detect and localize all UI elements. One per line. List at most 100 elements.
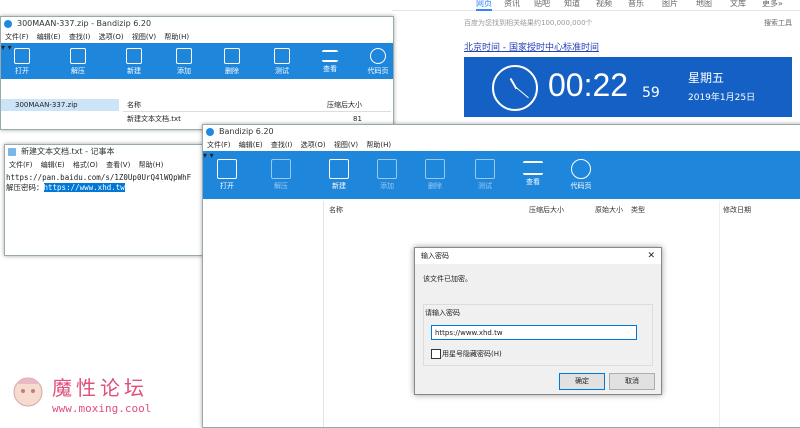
add-button[interactable]: 添加: [169, 43, 199, 76]
tab-web[interactable]: 网页: [476, 0, 492, 11]
menu-file[interactable]: 文件(F): [9, 161, 33, 169]
column-name[interactable]: 名称: [127, 99, 141, 111]
add-button[interactable]: 添加: [367, 151, 407, 191]
new-button[interactable]: 新建: [119, 43, 149, 76]
test-button[interactable]: 测试: [267, 43, 297, 76]
menu-options[interactable]: 选项(O): [99, 33, 124, 41]
password-input[interactable]: https://www.xhd.tw: [431, 325, 637, 340]
menu-help[interactable]: 帮助(H): [164, 33, 189, 41]
column-name[interactable]: 名称: [329, 205, 343, 215]
notepad-icon: [8, 148, 16, 156]
toolbar: 打开 ▾ 解压 ▾ 新建 添加 删除 测试 查看 代码页: [203, 151, 800, 199]
search-tools-button[interactable]: 搜索工具: [764, 18, 792, 28]
menu-view[interactable]: 视图(V): [334, 141, 358, 149]
test-label: 测试: [275, 67, 289, 75]
extract-icon: [271, 159, 291, 179]
delete-button[interactable]: 删除: [217, 43, 247, 76]
codepage-button[interactable]: 代码页: [561, 151, 601, 191]
list-icon: [322, 50, 338, 62]
bandizip-window-archive: 300MAAN-337.zip - Bandizip 6.20 文件(F) 编辑…: [0, 16, 394, 130]
add-icon: [377, 159, 397, 179]
tab-map[interactable]: 地图: [696, 0, 712, 9]
watermark-url: www.moxing.cool: [52, 402, 152, 415]
file-name: 新建文本文档.txt: [127, 115, 181, 123]
tab-tieba[interactable]: 贴吧: [534, 0, 550, 9]
menu-edit[interactable]: 编辑(E): [239, 141, 263, 149]
tab-more[interactable]: 更多»: [762, 0, 783, 9]
menu-edit[interactable]: 编辑(E): [41, 161, 65, 169]
new-label: 新建: [127, 67, 141, 75]
watermark-name: 魔性论坛: [52, 376, 148, 400]
hide-password-label[interactable]: 用星号隐藏密码(H): [442, 349, 502, 359]
tab-music[interactable]: 音乐: [628, 0, 644, 9]
notepad-title: 新建文本文档.txt - 记事本: [21, 147, 115, 156]
close-icon[interactable]: ✕: [647, 248, 655, 264]
menu-view[interactable]: 视图(V): [132, 33, 156, 41]
clock-time: 00:22: [548, 67, 629, 103]
open-button[interactable]: 打开: [207, 151, 247, 191]
open-button[interactable]: 打开: [7, 43, 37, 76]
window-titlebar[interactable]: Bandizip 6.20: [203, 125, 800, 139]
notepad-menu-bar: 文件(F) 编辑(E) 格式(O) 查看(V) 帮助(H): [5, 159, 203, 171]
codepage-label: 代码页: [367, 67, 389, 75]
list-icon: [523, 161, 543, 175]
open-icon: [14, 48, 30, 64]
analog-clock-icon: [492, 65, 538, 111]
clock-date: 2019年1月25日: [688, 93, 756, 103]
new-button[interactable]: 新建: [319, 151, 359, 191]
new-archive-icon: [126, 48, 142, 64]
test-button[interactable]: 测试: [465, 151, 505, 191]
open-label: 打开: [220, 182, 234, 190]
menu-file[interactable]: 文件(F): [5, 33, 29, 41]
notepad-text-area[interactable]: https://pan.baidu.com/s/1Z0Up0UrQ4lWQpWh…: [5, 171, 203, 195]
search-tabs: 网页 资讯 贴吧 知道 视频 音乐 图片 地图 文库 更多»: [392, 0, 800, 11]
ok-button[interactable]: 确定: [559, 373, 605, 390]
column-compressed[interactable]: 压缩后大小: [327, 99, 362, 111]
clock-weekday: 星期五: [688, 71, 725, 85]
tab-news[interactable]: 资讯: [504, 0, 520, 9]
toolbar: 打开 ▾ 解压 ▾ 新建 添加 删除 测试 查看 代码页: [1, 43, 393, 79]
column-modified[interactable]: 修改日期: [723, 205, 751, 215]
tab-video[interactable]: 视频: [596, 0, 612, 9]
archive-tree-item[interactable]: 300MAAN-337.zip: [1, 99, 119, 111]
column-divider: [719, 201, 720, 427]
menu-help[interactable]: 帮助(H): [139, 161, 164, 169]
add-label: 添加: [380, 182, 394, 190]
window-title: Bandizip 6.20: [219, 127, 274, 136]
folder-tree-pane[interactable]: [203, 201, 324, 427]
menu-format[interactable]: 格式(O): [73, 161, 98, 169]
menu-options[interactable]: 选项(O): [301, 141, 326, 149]
extract-button[interactable]: 解压: [63, 43, 93, 76]
view-button[interactable]: 查看: [513, 151, 553, 187]
notepad-titlebar[interactable]: 新建文本文档.txt - 记事本: [5, 145, 203, 159]
menu-find[interactable]: 查找(I): [69, 33, 91, 41]
menu-help[interactable]: 帮助(H): [366, 141, 391, 149]
menu-view[interactable]: 查看(V): [106, 161, 130, 169]
result-link[interactable]: 北京时间 - 国家授时中心标准时间: [464, 40, 599, 53]
delete-label: 删除: [225, 67, 239, 75]
menu-edit[interactable]: 编辑(E): [37, 33, 61, 41]
chevron-down-icon[interactable]: ▾: [1, 43, 5, 52]
tab-zhidao[interactable]: 知道: [564, 0, 580, 9]
delete-button[interactable]: 删除: [415, 151, 455, 191]
hide-password-checkbox[interactable]: [431, 349, 441, 359]
dialog-titlebar[interactable]: 输入密码 ✕: [415, 248, 661, 264]
cancel-button[interactable]: 取消: [609, 373, 655, 390]
menu-find[interactable]: 查找(I): [271, 141, 293, 149]
menu-bar: 文件(F) 编辑(E) 查找(I) 选项(O) 视图(V) 帮助(H): [203, 139, 800, 151]
dialog-title: 输入密码: [421, 252, 449, 260]
view-button[interactable]: 查看: [315, 43, 345, 74]
test-label: 测试: [478, 182, 492, 190]
extract-button[interactable]: 解压: [261, 151, 301, 191]
extract-label: 解压: [71, 67, 85, 75]
column-type[interactable]: 类型: [631, 205, 645, 215]
menu-file[interactable]: 文件(F): [207, 141, 231, 149]
result-count: 百度为您找到相关结果约100,000,000个: [464, 19, 593, 27]
tab-images[interactable]: 图片: [662, 0, 678, 9]
column-compressed[interactable]: 压缩后大小: [529, 205, 564, 215]
clock-seconds: 59: [642, 85, 660, 101]
window-titlebar[interactable]: 300MAAN-337.zip - Bandizip 6.20: [1, 17, 393, 31]
tab-wenku[interactable]: 文库: [730, 0, 746, 9]
codepage-button[interactable]: 代码页: [363, 43, 393, 76]
column-original[interactable]: 原始大小: [595, 205, 623, 215]
